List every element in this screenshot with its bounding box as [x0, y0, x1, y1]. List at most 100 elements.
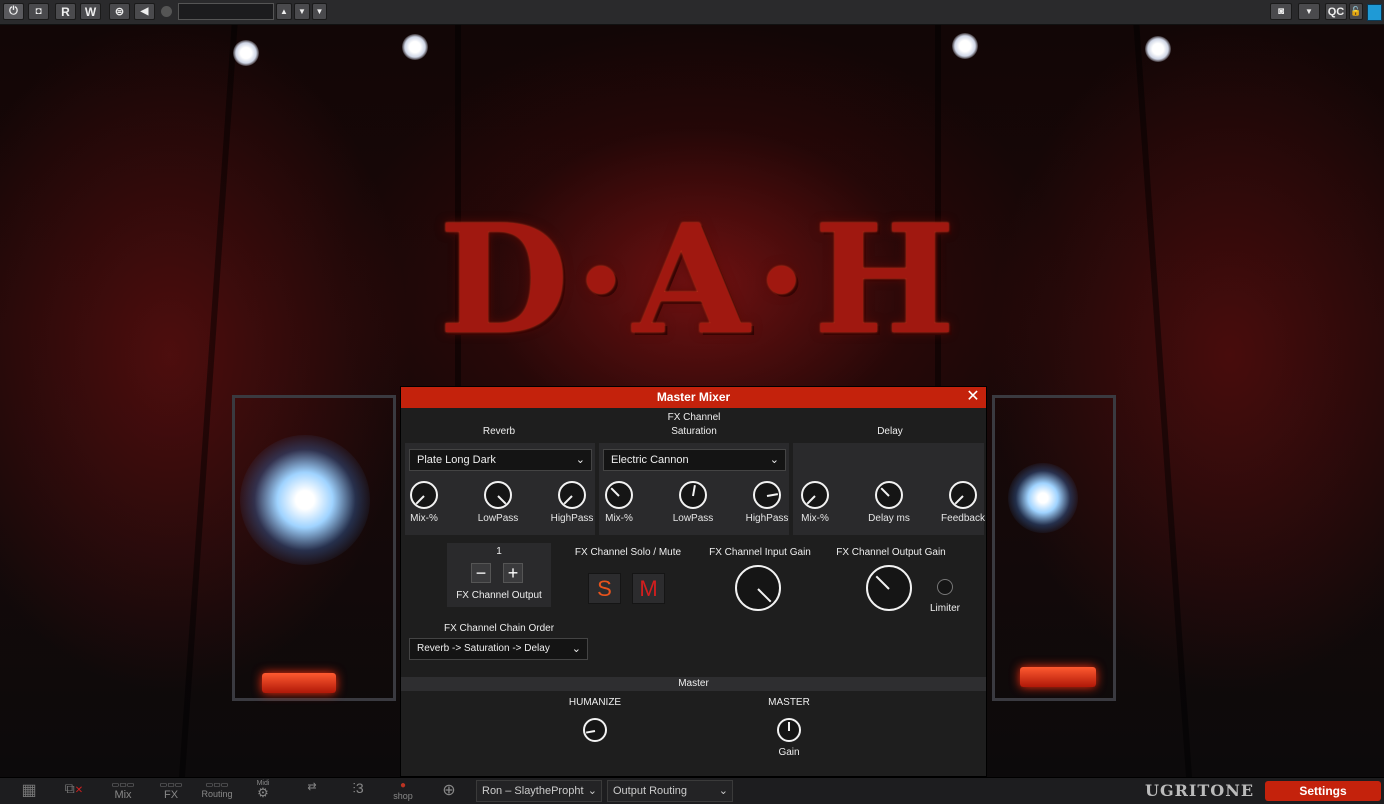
back-button[interactable]: ◀ — [134, 3, 155, 20]
chevron-down-icon: ⌄ — [769, 454, 779, 466]
routing-icon: ▭▭▭ — [205, 780, 229, 789]
caret-up-icon: ▲ — [280, 7, 288, 16]
master-gain-label: Gain — [778, 747, 800, 758]
fx-icon: ▭▭▭ — [159, 780, 183, 789]
output-gain-knob[interactable] — [866, 565, 912, 611]
shop-tab[interactable]: ● shop — [388, 780, 418, 802]
bottom-bar: ▦ ⧉✕ ▭▭▭ Mix ▭▭▭ FX ▭▭▭ Routing Midi ⚙ ⇄ ⫶3 … — [0, 777, 1384, 804]
arrow-left-icon: ◀ — [140, 6, 149, 17]
spotlight — [952, 33, 978, 59]
lr-swap-icon[interactable]: ⇄ — [300, 780, 324, 802]
lock-icon: 🔓 — [1350, 6, 1362, 16]
band-logo: D·A·H — [438, 192, 962, 368]
output-routing-select[interactable]: Output Routing ⌄ — [607, 780, 733, 802]
limiter-toggle[interactable] — [937, 579, 953, 595]
fx-output-value: 1 — [496, 546, 502, 557]
plus-icon: + — [507, 563, 519, 583]
delay-header: Delay — [877, 426, 903, 437]
read-automation-button[interactable]: R — [55, 3, 76, 20]
curtain-line — [1133, 25, 1193, 777]
master-mixer-panel: Master Mixer ✕ FX Channel Reverb Saturat… — [400, 386, 987, 777]
saturation-lowpass-knob[interactable] — [679, 481, 707, 509]
link-icon[interactable]: ⧉✕ — [60, 780, 88, 802]
fx-output-label: FX Channel Output — [456, 590, 542, 601]
reverb-header: Reverb — [482, 426, 516, 437]
delay-mix-knob[interactable] — [801, 481, 829, 509]
preset-field[interactable] — [178, 3, 274, 20]
caret-down-icon: ▼ — [298, 7, 306, 16]
saturation-section: Electric Cannon ⌄ Mix-% LowPass HighPass — [599, 443, 789, 535]
amp-light — [262, 673, 336, 693]
preset-up-button[interactable]: ▲ — [276, 3, 292, 20]
routing-tab[interactable]: ▭▭▭ Routing — [200, 780, 234, 802]
camera-icon: ◙ — [1277, 6, 1285, 17]
chevron-down-icon: ⌄ — [718, 785, 728, 797]
saturation-highpass-knob[interactable] — [753, 481, 781, 509]
chain-order-dropdown[interactable]: Reverb -> Saturation -> Delay ⌄ — [409, 638, 588, 660]
lock-button[interactable]: 🔓 — [1349, 3, 1363, 20]
view-menu-button[interactable]: ▼ — [1298, 3, 1320, 20]
sliders-icon[interactable]: ⫶3 — [344, 780, 372, 802]
compare-button[interactable]: ⊜ — [109, 3, 130, 20]
input-gain-knob[interactable] — [735, 565, 781, 611]
master-section — [401, 692, 986, 776]
reverb-lowpass-knob[interactable] — [484, 481, 512, 509]
delay-ms-label: Delay ms — [868, 513, 910, 524]
chain-order-label: FX Channel Chain Order — [443, 623, 555, 634]
chevron-down-icon: ▼ — [315, 7, 324, 16]
close-icon[interactable]: ✕ — [964, 388, 982, 406]
delay-feedback-knob[interactable] — [949, 481, 977, 509]
stage-light — [240, 435, 370, 565]
master-gain-knob[interactable] — [777, 718, 801, 742]
saturation-header: Saturation — [671, 426, 717, 437]
fx-channel-header: FX Channel — [667, 412, 721, 423]
minus-icon: − — [475, 563, 487, 583]
reverb-preset-dropdown[interactable]: Plate Long Dark ⌄ — [409, 449, 592, 471]
master-header: Master — [401, 677, 986, 691]
mixer-icon: ▭▭▭ — [111, 780, 135, 789]
fx-output-decrement-button[interactable]: − — [471, 563, 491, 583]
humanize-label: HUMANIZE — [568, 697, 622, 708]
globe-icon[interactable]: ⊕ — [436, 780, 462, 802]
reverb-highpass-knob[interactable] — [558, 481, 586, 509]
saturation-mix-knob[interactable] — [605, 481, 633, 509]
master-label: MASTER — [768, 697, 810, 708]
reverb-lowpass-label: LowPass — [477, 513, 519, 524]
preset-down-button[interactable]: ▼ — [294, 3, 310, 20]
snapshot-button[interactable]: ◘ — [28, 3, 49, 20]
power-button[interactable]: ⏻ — [3, 3, 24, 20]
settings-button[interactable]: Settings — [1265, 781, 1381, 801]
curtain-line — [178, 25, 238, 777]
qc-button[interactable]: QC — [1325, 3, 1347, 20]
saturation-preset-dropdown[interactable]: Electric Cannon ⌄ — [603, 449, 786, 471]
status-dot-icon — [161, 6, 172, 17]
grid-icon[interactable]: ▦ — [15, 780, 43, 802]
lighting-rig — [992, 395, 1116, 701]
input-gain-label: FX Channel Input Gain — [709, 547, 811, 558]
preset-select[interactable]: Ron – SlaythePropht ⌄ — [476, 780, 602, 802]
reverb-section: Plate Long Dark ⌄ Mix-% LowPass HighPass — [405, 443, 595, 535]
mix-tab[interactable]: ▭▭▭ Mix — [108, 780, 138, 802]
delay-section: Mix-% Delay ms Feedback — [793, 443, 985, 535]
solo-button[interactable]: S — [588, 573, 621, 604]
compare-icon: ⊜ — [114, 6, 125, 18]
camera-icon: ◘ — [35, 6, 42, 17]
reverb-mix-knob[interactable] — [410, 481, 438, 509]
preset-menu-button[interactable]: ▼ — [312, 3, 327, 20]
chevron-down-icon: ⌄ — [587, 785, 597, 797]
toggle-blue-button[interactable] — [1367, 4, 1382, 21]
chevron-down-icon: ▼ — [1305, 7, 1313, 16]
camera-button[interactable]: ◙ — [1270, 3, 1292, 20]
mute-button[interactable]: M — [632, 573, 665, 604]
spotlight — [1145, 36, 1171, 62]
delay-ms-knob[interactable] — [875, 481, 903, 509]
spotlight — [402, 34, 428, 60]
limiter-label: Limiter — [929, 603, 960, 614]
humanize-knob[interactable] — [583, 718, 607, 742]
reverb-mix-label: Mix-% — [410, 513, 438, 524]
mixer-title: Master Mixer — [401, 387, 986, 408]
fx-output-increment-button[interactable]: + — [503, 563, 523, 583]
fx-tab[interactable]: ▭▭▭ FX — [156, 780, 186, 802]
write-automation-button[interactable]: W — [80, 3, 101, 20]
midi-settings-tab[interactable]: Midi ⚙ — [250, 780, 276, 802]
